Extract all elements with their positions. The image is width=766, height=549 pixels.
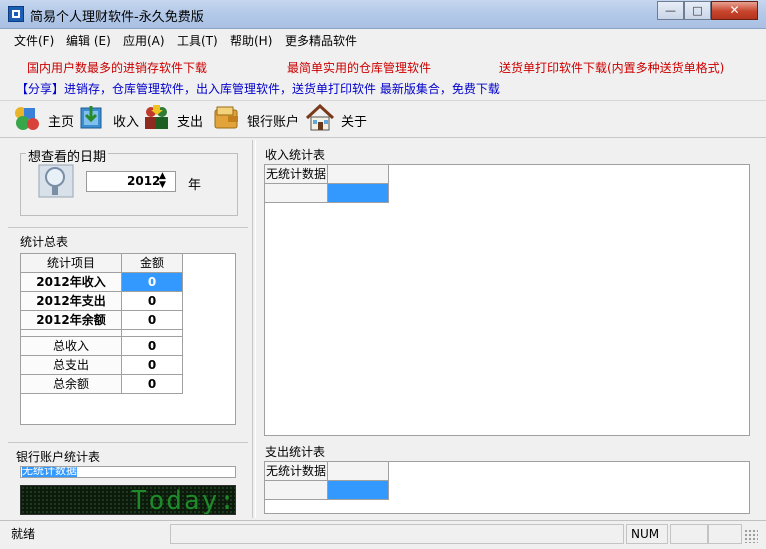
summary-col-item-header[interactable]: 统计项目 xyxy=(21,254,122,273)
summary-row-value[interactable]: 0 xyxy=(122,311,183,330)
house-icon xyxy=(305,104,335,131)
income-title: 收入统计表 xyxy=(265,148,326,162)
expense-header-cell[interactable]: 无统计数据 xyxy=(265,462,328,481)
maximize-button[interactable]: □ xyxy=(684,1,711,20)
status-pane xyxy=(708,524,742,544)
shapes-icon xyxy=(15,107,39,130)
summary-row-label[interactable]: 总余额 xyxy=(21,375,122,394)
status-pane xyxy=(670,524,708,544)
spinner-down-arrow[interactable]: ▼ xyxy=(159,181,166,190)
link-delivery-software[interactable]: 送货单打印软件下载(内置多种送货单格式) xyxy=(499,59,724,76)
toolbar-income-button[interactable]: 收入 xyxy=(78,104,140,134)
date-panel: 想查看的日期 2012 ▲ ▼ 年 xyxy=(10,140,247,227)
window-title: 简易个人理财软件-永久免费版 xyxy=(30,10,204,25)
menu-apply[interactable]: 应用(A) xyxy=(123,32,165,49)
status-bar: 就绪 NUM xyxy=(0,520,766,549)
toolbar-expense-button[interactable]: 支出 xyxy=(142,104,204,134)
magnifier-icon xyxy=(38,164,74,198)
expense-title: 支出统计表 xyxy=(265,445,326,459)
summary-row-label[interactable]: 2012年余额 xyxy=(21,311,122,330)
status-num: NUM xyxy=(626,524,668,544)
separator xyxy=(8,442,248,445)
summary-row-label[interactable]: 2012年收入 xyxy=(21,273,122,292)
menu-more-software[interactable]: 更多精品软件 xyxy=(285,32,357,49)
summary-row-value[interactable]: 0 xyxy=(122,292,183,311)
link-warehouse-software[interactable]: 最简单实用的仓库管理软件 xyxy=(287,59,431,76)
toolbar-home-label: 主页 xyxy=(48,115,75,130)
menu-file[interactable]: 文件(F) xyxy=(14,32,54,49)
led-text: Today: xyxy=(131,486,236,515)
expense-cell[interactable] xyxy=(328,481,389,500)
summary-row-value[interactable]: 0 xyxy=(122,356,183,375)
summary-row-value[interactable]: 0 xyxy=(122,337,183,356)
status-ready: 就绪 xyxy=(11,527,36,541)
wallet-icon xyxy=(214,106,238,129)
summary-col-amount-header[interactable]: 金额 xyxy=(122,254,183,273)
toolbar-about-button[interactable]: 关于 xyxy=(305,104,369,134)
toolbar-income-label: 收入 xyxy=(113,115,140,130)
toolbar-expense-label: 支出 xyxy=(177,115,204,130)
income-icon xyxy=(80,106,102,129)
expense-row-header[interactable] xyxy=(265,481,328,500)
income-row-header[interactable] xyxy=(265,184,328,203)
expense-table: 无统计数据 xyxy=(264,461,750,514)
income-header-cell[interactable] xyxy=(328,165,389,184)
menu-bar: 文件(F) 编辑 (E) 应用(A) 工具(T) 帮助(H) 更多精品软件 xyxy=(0,29,766,50)
summary-row-label[interactable]: 总支出 xyxy=(21,356,122,375)
close-button[interactable]: ✕ xyxy=(711,1,758,20)
vertical-splitter[interactable] xyxy=(252,140,256,518)
date-group-title: 想查看的日期 xyxy=(26,146,109,165)
minimize-button[interactable]: — xyxy=(657,1,684,20)
income-table: 无统计数据 xyxy=(264,164,750,436)
summary-spacer-row xyxy=(21,330,122,337)
summary-row-value[interactable]: 0 xyxy=(122,375,183,394)
summary-table: 统计项目 金额 2012年收入 0 2012年支出 0 2012年余额 0 总收… xyxy=(20,253,236,425)
toolbar-about-label: 关于 xyxy=(341,115,368,130)
menu-edit[interactable]: 编辑 (E) xyxy=(66,32,111,49)
menu-tools[interactable]: 工具(T) xyxy=(177,32,218,49)
title-bar: 简易个人理财软件-永久免费版 — □ ✕ xyxy=(0,0,766,29)
link-inventory-software[interactable]: 国内用户数最多的进销存软件下载 xyxy=(27,59,207,76)
led-display: Today: xyxy=(20,485,236,515)
toolbar: 主页 收入 支出 银行账户 关于 xyxy=(0,100,766,138)
toolbar-bank-button[interactable]: 银行账户 xyxy=(212,104,300,134)
summary-row-label[interactable]: 2012年支出 xyxy=(21,292,122,311)
income-header-cell[interactable]: 无统计数据 xyxy=(265,165,328,184)
summary-spacer-row xyxy=(122,330,183,337)
summary-row-label[interactable]: 总收入 xyxy=(21,337,122,356)
status-pane xyxy=(170,524,624,544)
separator xyxy=(8,227,248,230)
toolbar-bank-label: 银行账户 xyxy=(247,115,300,130)
year-unit-label: 年 xyxy=(188,178,202,193)
menu-help[interactable]: 帮助(H) xyxy=(230,32,272,49)
bank-title: 银行账户统计表 xyxy=(16,450,101,464)
year-value: 2012 xyxy=(127,174,161,188)
year-spinner[interactable]: 2012 ▲ ▼ xyxy=(86,171,176,192)
income-cell[interactable] xyxy=(328,184,389,203)
app-icon xyxy=(8,6,24,22)
summary-title: 统计总表 xyxy=(20,235,69,249)
summary-row-value[interactable]: 0 xyxy=(122,273,183,292)
share-link[interactable]: 【分享】进销存，仓库管理软件，出入库管理软件，送货单打印软件 最新版集合，免费下… xyxy=(16,80,500,97)
expense-icon xyxy=(145,105,168,129)
expense-header-cell[interactable] xyxy=(328,462,389,481)
resize-grip-icon[interactable] xyxy=(744,529,758,543)
bank-table[interactable]: 无统计数据 xyxy=(20,466,236,478)
toolbar-home-button[interactable]: 主页 xyxy=(12,104,76,134)
bank-row[interactable]: 无统计数据 xyxy=(22,467,77,477)
